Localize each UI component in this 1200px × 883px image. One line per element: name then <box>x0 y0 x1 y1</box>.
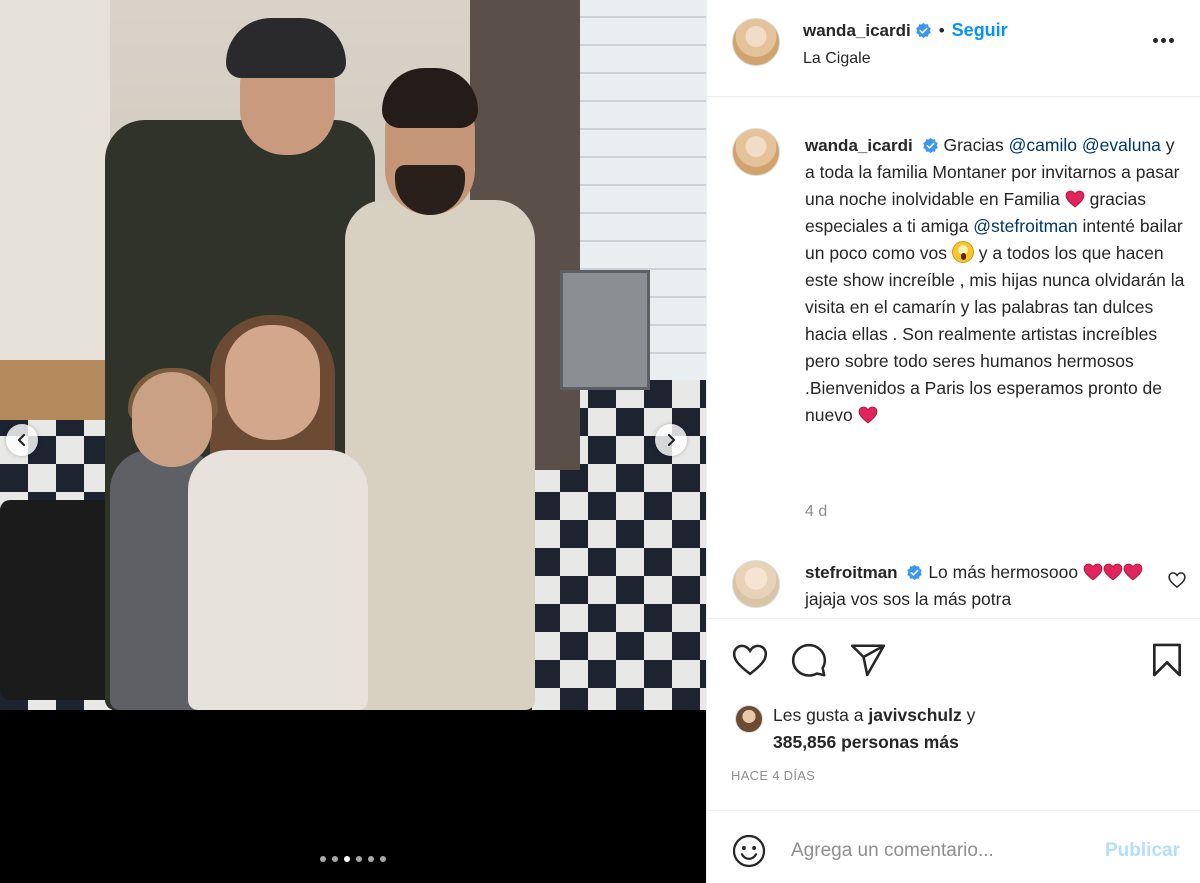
post-photo[interactable] <box>0 0 706 710</box>
carousel-dot <box>356 856 362 862</box>
comment-text: jajaja vos sos la más potra <box>805 589 1012 609</box>
mention-link[interactable]: @camilo <box>1009 135 1077 155</box>
photo-person-head <box>225 325 320 440</box>
caption-username[interactable]: wanda_icardi <box>805 136 913 155</box>
comment-username[interactable]: stefroitman <box>805 563 898 582</box>
mention-link[interactable]: @evaluna <box>1082 135 1161 155</box>
red-heart-icon <box>1065 190 1085 208</box>
post-header: wanda_icardi • Seguir La Cigale <box>707 0 1200 97</box>
photo-person-head <box>132 372 212 467</box>
screaming-face-icon <box>951 241 974 263</box>
comment-text: Lo más hermosooo <box>923 562 1083 582</box>
heart-icon[interactable] <box>1167 570 1187 590</box>
likes-user[interactable]: javivschulz <box>868 705 961 725</box>
carousel-dot <box>368 856 374 862</box>
verified-icon <box>907 564 923 581</box>
red-heart-icon <box>1123 563 1143 581</box>
add-comment-bar: Publicar <box>707 810 1200 883</box>
avatar[interactable] <box>732 128 780 176</box>
comments-section[interactable]: wanda_icardi Gracias @camilo @evaluna y … <box>707 98 1200 618</box>
carousel-dot <box>332 856 338 862</box>
post-media <box>0 0 706 883</box>
carousel-dot <box>320 856 326 862</box>
carousel-next-button[interactable] <box>655 424 687 456</box>
post-location[interactable]: La Cigale <box>803 50 871 68</box>
photo-person-man-right <box>345 200 535 710</box>
comment-item: stefroitman Lo más hermosooo jajaja vos … <box>805 559 1155 613</box>
red-heart-icon <box>858 406 877 424</box>
more-icon-dot <box>1161 37 1166 43</box>
carousel-dot <box>344 856 350 862</box>
avatar[interactable] <box>735 705 763 733</box>
likes-mid: y <box>961 705 976 725</box>
emoji-icon[interactable] <box>731 833 767 869</box>
photo-person-cap <box>226 18 346 78</box>
avatar[interactable] <box>732 560 780 608</box>
photo-oven <box>560 270 650 390</box>
caption-timestamp[interactable]: 4 d <box>805 503 827 521</box>
caption-text: Gracias <box>943 135 1009 155</box>
mention-link[interactable]: @stefroitman <box>973 216 1077 236</box>
comment-icon[interactable] <box>790 641 828 679</box>
header-line: wanda_icardi • Seguir <box>803 20 1008 41</box>
chevron-left-icon <box>17 433 26 447</box>
publish-button[interactable]: Publicar <box>1105 840 1180 862</box>
more-options-button[interactable] <box>1153 30 1181 50</box>
chevron-right-icon <box>667 433 676 447</box>
post-date[interactable]: HACE 4 DÍAS <box>731 768 815 783</box>
post-actions <box>707 618 1200 698</box>
photo-counter <box>0 360 120 420</box>
carousel-prev-button[interactable] <box>6 424 38 456</box>
post-caption: wanda_icardi Gracias @camilo @evaluna y … <box>805 132 1185 429</box>
post-panel: wanda_icardi • Seguir La Cigale wanda_ic… <box>706 0 1200 883</box>
bookmark-icon[interactable] <box>1148 641 1186 679</box>
avatar[interactable] <box>732 18 780 66</box>
likes-summary[interactable]: Les gusta a javivschulz y 385,856 person… <box>773 702 975 756</box>
photo-person-hair <box>382 68 478 128</box>
red-heart-icon <box>1083 563 1103 581</box>
comment-input[interactable] <box>791 831 1091 871</box>
photo-wall-left <box>0 0 110 380</box>
red-heart-icon <box>1103 563 1123 581</box>
more-icon <box>1153 37 1158 43</box>
likes-prefix: Les gusta a <box>773 705 869 725</box>
likes-count[interactable]: 385,856 personas más <box>773 732 959 752</box>
more-icon-dot <box>1169 37 1174 43</box>
follow-button[interactable]: Seguir <box>952 20 1008 41</box>
verified-icon <box>915 22 931 39</box>
verified-icon <box>922 137 938 154</box>
header-separator: • <box>938 20 945 40</box>
caption-text: y a todos los que hacen este show increí… <box>805 243 1185 425</box>
carousel-dot <box>380 856 386 862</box>
heart-icon[interactable] <box>731 641 769 679</box>
carousel-indicator <box>0 856 706 862</box>
share-icon[interactable] <box>849 641 887 679</box>
photo-person-child-girl <box>188 450 368 710</box>
header-username[interactable]: wanda_icardi <box>803 21 911 41</box>
